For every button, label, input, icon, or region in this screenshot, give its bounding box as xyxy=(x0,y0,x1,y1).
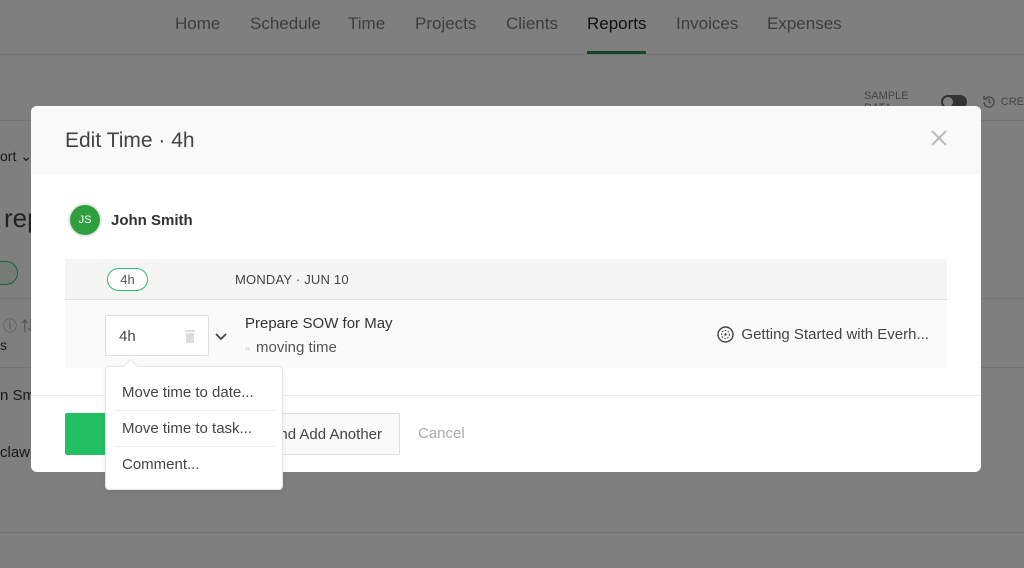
cancel-button[interactable]: Cancel xyxy=(418,425,465,442)
task-subtitle-text: moving time xyxy=(256,339,337,356)
task-title[interactable]: Prepare SOW for May xyxy=(245,315,393,332)
user-row: JS John Smith xyxy=(70,205,193,235)
close-icon xyxy=(931,130,947,146)
project-icon xyxy=(717,326,735,343)
project-link[interactable]: Getting Started with Everh... xyxy=(717,326,929,343)
time-entry-row: 4h Prepare SOW for May » moving time Get… xyxy=(65,300,947,368)
task-subtitle: » moving time xyxy=(245,339,337,356)
day-label: MONDAY · JUN 10 xyxy=(235,272,349,287)
entry-options-toggle[interactable] xyxy=(215,328,227,346)
time-input[interactable]: 4h xyxy=(105,315,209,356)
entry-options-menu: Move time to date... Move time to task..… xyxy=(105,366,283,490)
delete-button[interactable] xyxy=(185,329,195,348)
menu-item-move-to-task[interactable]: Move time to task... xyxy=(114,410,276,446)
trash-icon xyxy=(185,330,195,343)
close-button[interactable] xyxy=(929,128,949,148)
menu-item-move-to-date[interactable]: Move time to date... xyxy=(114,374,276,410)
modal-title: Edit Time · 4h xyxy=(65,129,195,152)
modal-header: Edit Time · 4h xyxy=(31,106,981,174)
project-name: Getting Started with Everh... xyxy=(741,326,929,343)
menu-item-comment[interactable]: Comment... xyxy=(114,446,276,482)
subtask-icon: » xyxy=(245,342,251,353)
day-total-badge: 4h xyxy=(107,268,148,291)
user-name: John Smith xyxy=(111,211,193,229)
chevron-down-icon xyxy=(215,333,227,341)
time-value: 4h xyxy=(119,328,136,345)
day-header: 4h MONDAY · JUN 10 xyxy=(65,259,947,300)
avatar: JS xyxy=(70,205,100,235)
